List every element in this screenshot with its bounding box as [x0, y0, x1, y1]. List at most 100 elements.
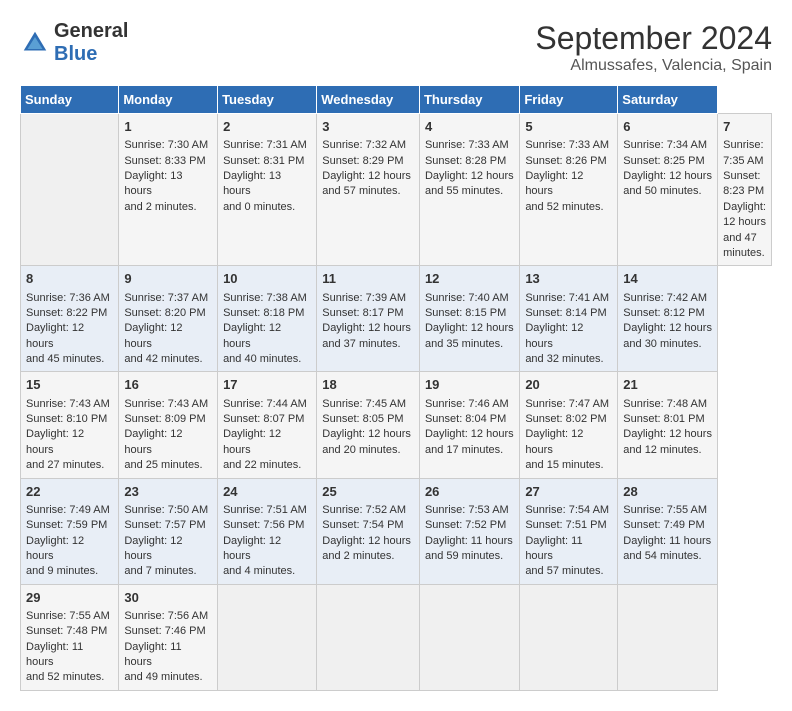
day-info: Daylight: 11 hours	[425, 534, 514, 549]
day-number: 7	[723, 118, 766, 136]
title-block: September 2024 Almussafes, Valencia, Spa…	[535, 20, 772, 75]
calendar-cell: 10Sunrise: 7:38 AMSunset: 8:18 PMDayligh…	[218, 266, 317, 372]
day-info: Sunset: 7:57 PM	[124, 518, 212, 533]
month-title: September 2024	[535, 20, 772, 57]
day-number: 14	[623, 270, 712, 288]
day-info: Daylight: 12 hours	[723, 200, 766, 231]
calendar-row: 22Sunrise: 7:49 AMSunset: 7:59 PMDayligh…	[21, 478, 772, 584]
day-info: and 52 minutes.	[525, 200, 612, 215]
calendar-cell: 6Sunrise: 7:34 AMSunset: 8:25 PMDaylight…	[618, 114, 718, 266]
calendar-row: 1Sunrise: 7:30 AMSunset: 8:33 PMDaylight…	[21, 114, 772, 266]
col-monday: Monday	[119, 86, 218, 114]
day-info: Sunset: 8:04 PM	[425, 412, 514, 427]
day-info: Sunrise: 7:39 AM	[322, 291, 414, 306]
day-info: Sunrise: 7:37 AM	[124, 291, 212, 306]
day-info: Sunset: 7:46 PM	[124, 624, 212, 639]
day-info: Sunset: 8:26 PM	[525, 154, 612, 169]
day-number: 10	[223, 270, 311, 288]
col-friday: Friday	[520, 86, 618, 114]
day-info: Sunset: 8:20 PM	[124, 306, 212, 321]
day-info: Daylight: 12 hours	[223, 534, 311, 565]
day-info: Sunrise: 7:53 AM	[425, 503, 514, 518]
calendar-cell: 21Sunrise: 7:48 AMSunset: 8:01 PMDayligh…	[618, 372, 718, 478]
day-info: Daylight: 11 hours	[26, 640, 113, 671]
day-info: and 57 minutes.	[525, 564, 612, 579]
day-number: 15	[26, 376, 113, 394]
calendar-cell: 4Sunrise: 7:33 AMSunset: 8:28 PMDaylight…	[419, 114, 519, 266]
day-info: Sunrise: 7:45 AM	[322, 397, 414, 412]
day-info: Sunset: 8:10 PM	[26, 412, 113, 427]
day-number: 25	[322, 483, 414, 501]
day-info: Daylight: 12 hours	[525, 427, 612, 458]
calendar-cell: 18Sunrise: 7:45 AMSunset: 8:05 PMDayligh…	[317, 372, 420, 478]
day-number: 23	[124, 483, 212, 501]
day-info: Sunset: 7:48 PM	[26, 624, 113, 639]
day-info: Sunrise: 7:35 AM	[723, 138, 766, 169]
day-info: Daylight: 12 hours	[124, 534, 212, 565]
day-info: Daylight: 12 hours	[322, 427, 414, 442]
calendar-cell: 11Sunrise: 7:39 AMSunset: 8:17 PMDayligh…	[317, 266, 420, 372]
logo-general: General	[54, 20, 128, 42]
day-info: and 12 minutes.	[623, 443, 712, 458]
day-info: Sunrise: 7:32 AM	[322, 138, 414, 153]
day-info: Sunrise: 7:51 AM	[223, 503, 311, 518]
logo-blue: Blue	[54, 43, 97, 65]
calendar-cell: 23Sunrise: 7:50 AMSunset: 7:57 PMDayligh…	[119, 478, 218, 584]
day-info: Sunrise: 7:34 AM	[623, 138, 712, 153]
day-number: 19	[425, 376, 514, 394]
day-info: Sunrise: 7:56 AM	[124, 609, 212, 624]
calendar-cell: 14Sunrise: 7:42 AMSunset: 8:12 PMDayligh…	[618, 266, 718, 372]
day-info: Daylight: 12 hours	[425, 169, 514, 184]
calendar-cell: 20Sunrise: 7:47 AMSunset: 8:02 PMDayligh…	[520, 372, 618, 478]
day-number: 9	[124, 270, 212, 288]
day-info: Sunset: 8:18 PM	[223, 306, 311, 321]
day-info: Sunrise: 7:46 AM	[425, 397, 514, 412]
day-info: Sunrise: 7:55 AM	[623, 503, 712, 518]
day-info: and 42 minutes.	[124, 352, 212, 367]
calendar-cell: 28Sunrise: 7:55 AMSunset: 7:49 PMDayligh…	[618, 478, 718, 584]
page-header: General Blue September 2024 Almussafes, …	[20, 20, 772, 75]
day-info: Sunrise: 7:38 AM	[223, 291, 311, 306]
day-number: 2	[223, 118, 311, 136]
day-info: Sunset: 8:15 PM	[425, 306, 514, 321]
day-info: and 55 minutes.	[425, 184, 514, 199]
day-info: Sunset: 8:12 PM	[623, 306, 712, 321]
day-info: Sunset: 8:29 PM	[322, 154, 414, 169]
calendar-cell: 7Sunrise: 7:35 AMSunset: 8:23 PMDaylight…	[718, 114, 772, 266]
day-number: 21	[623, 376, 712, 394]
day-info: Sunset: 8:14 PM	[525, 306, 612, 321]
calendar-header-row: Sunday Monday Tuesday Wednesday Thursday…	[21, 86, 772, 114]
day-info: and 27 minutes.	[26, 458, 113, 473]
day-info: Daylight: 11 hours	[124, 640, 212, 671]
location-title: Almussafes, Valencia, Spain	[535, 57, 772, 75]
day-info: Sunset: 8:05 PM	[322, 412, 414, 427]
col-tuesday: Tuesday	[218, 86, 317, 114]
day-info: and 0 minutes.	[223, 200, 311, 215]
day-info: Sunset: 8:07 PM	[223, 412, 311, 427]
calendar-cell	[618, 584, 718, 690]
day-number: 4	[425, 118, 514, 136]
calendar-cell: 25Sunrise: 7:52 AMSunset: 7:54 PMDayligh…	[317, 478, 420, 584]
logo-text: General Blue	[54, 20, 128, 66]
day-info: and 2 minutes.	[124, 200, 212, 215]
day-info: and 17 minutes.	[425, 443, 514, 458]
calendar-cell	[317, 584, 420, 690]
col-wednesday: Wednesday	[317, 86, 420, 114]
day-info: Sunrise: 7:42 AM	[623, 291, 712, 306]
calendar-cell: 29Sunrise: 7:55 AMSunset: 7:48 PMDayligh…	[21, 584, 119, 690]
day-info: and 20 minutes.	[322, 443, 414, 458]
day-info: Sunset: 7:52 PM	[425, 518, 514, 533]
calendar-cell: 26Sunrise: 7:53 AMSunset: 7:52 PMDayligh…	[419, 478, 519, 584]
calendar-cell: 12Sunrise: 7:40 AMSunset: 8:15 PMDayligh…	[419, 266, 519, 372]
day-info: and 25 minutes.	[124, 458, 212, 473]
day-info: Sunrise: 7:33 AM	[525, 138, 612, 153]
day-info: and 22 minutes.	[223, 458, 311, 473]
calendar-cell: 3Sunrise: 7:32 AMSunset: 8:29 PMDaylight…	[317, 114, 420, 266]
col-sunday: Sunday	[21, 86, 119, 114]
calendar-cell: 8Sunrise: 7:36 AMSunset: 8:22 PMDaylight…	[21, 266, 119, 372]
calendar-cell	[419, 584, 519, 690]
day-info: and 32 minutes.	[525, 352, 612, 367]
day-info: and 2 minutes.	[322, 549, 414, 564]
calendar-row: 8Sunrise: 7:36 AMSunset: 8:22 PMDaylight…	[21, 266, 772, 372]
day-info: and 30 minutes.	[623, 337, 712, 352]
